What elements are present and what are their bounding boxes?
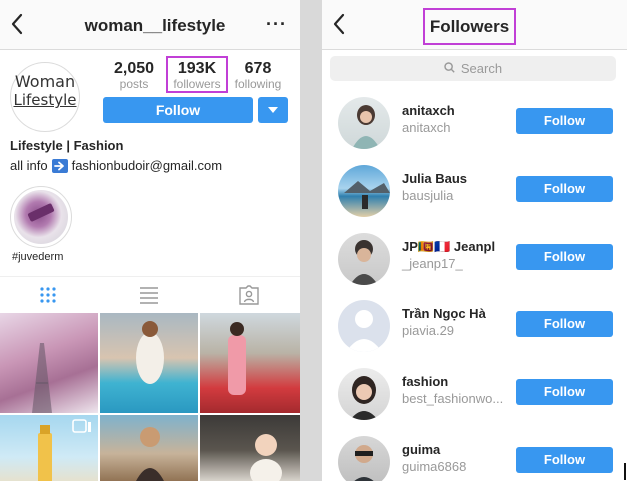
followers-highlight-box: [166, 56, 228, 93]
stat-following[interactable]: 678 following: [228, 60, 288, 91]
profile-avatar[interactable]: Woman Lifestyle: [10, 62, 80, 132]
back-chevron-icon[interactable]: [330, 12, 350, 36]
follow-button[interactable]: Follow: [516, 176, 613, 202]
follower-avatar[interactable]: [338, 436, 390, 481]
stat-posts-number: 2,050: [113, 60, 155, 77]
suggestions-dropdown-button[interactable]: [258, 97, 288, 123]
follower-avatar[interactable]: [338, 233, 390, 285]
follower-handle: piavia.29: [402, 323, 455, 338]
follow-button[interactable]: Follow: [516, 379, 613, 405]
bio-prefix: all info: [10, 158, 48, 173]
bio-name: Lifestyle | Fashion: [10, 138, 124, 153]
stat-following-label: following: [234, 77, 282, 91]
stat-posts[interactable]: 2,050 posts: [104, 60, 164, 91]
bio-email[interactable]: fashionbudoir@gmail.com: [72, 158, 223, 173]
followers-header: Followers: [322, 0, 627, 50]
follower-handle: _jeanp17_: [402, 256, 463, 271]
follower-row: fashion best_fashionwo... Follow: [322, 368, 627, 436]
text-cursor: [624, 463, 626, 480]
profile-panel: woman__lifestyle ··· Woman Lifestyle 2,0…: [0, 0, 300, 481]
profile-header: woman__lifestyle ···: [0, 0, 300, 50]
follow-button[interactable]: Follow: [516, 311, 613, 337]
followers-title: Followers: [429, 17, 510, 36]
more-dots-icon[interactable]: ···: [266, 14, 287, 35]
follower-avatar[interactable]: [338, 368, 390, 420]
follower-row: JP🇱🇰🇫🇷 Jeanpl _jeanp17_ Follow: [322, 233, 627, 301]
carousel-icon: [72, 419, 92, 440]
follower-handle: guima6868: [402, 459, 467, 474]
post-grid: [0, 313, 300, 481]
follower-name[interactable]: Julia Baus: [402, 171, 467, 186]
stat-following-number: 678: [244, 60, 272, 77]
post-thumbnail-pool[interactable]: [100, 313, 198, 413]
stat-posts-label: posts: [119, 77, 149, 91]
follower-avatar[interactable]: [338, 97, 390, 149]
follower-name[interactable]: anitaxch: [402, 103, 455, 118]
list-icon[interactable]: [137, 283, 161, 307]
avatar-logo-line1: Woman: [14, 72, 76, 91]
caret-down-icon: [268, 107, 278, 113]
follower-handle: anitaxch: [402, 120, 451, 135]
avatar-logo-line2: Lifestyle: [13, 91, 77, 109]
search-icon: [444, 61, 455, 76]
follower-row: guima guima6868 Follow: [322, 436, 627, 481]
follower-avatar[interactable]: [338, 165, 390, 217]
follower-name[interactable]: JP🇱🇰🇫🇷 Jeanpl: [402, 239, 495, 255]
story-highlight-label: #juvederm: [12, 251, 64, 263]
post-thumbnail-red-car[interactable]: [200, 313, 300, 413]
follower-row: Julia Baus bausjulia Follow: [322, 165, 627, 233]
post-thumbnail-product[interactable]: [0, 415, 98, 481]
panel-divider: [300, 0, 322, 481]
follower-row: anitaxch anitaxch Follow: [322, 97, 627, 165]
followers-panel: Followers Search anitaxch anitaxch Follo…: [322, 0, 627, 481]
default-avatar-icon[interactable]: [338, 300, 390, 352]
follower-name[interactable]: Trần Ngọc Hà: [402, 306, 486, 321]
tagged-icon[interactable]: [237, 283, 261, 307]
search-placeholder: Search: [460, 61, 503, 76]
back-chevron-icon[interactable]: [8, 12, 28, 36]
post-thumbnail-eiffel-blossoms[interactable]: [0, 313, 98, 413]
arrow-right-emoji-icon: [51, 158, 68, 173]
bio-line: all info fashionbudoir@gmail.com: [10, 158, 222, 173]
story-highlight-thumbnail: [14, 190, 68, 244]
follower-handle: best_fashionwo...: [402, 391, 504, 406]
follow-button[interactable]: Follow: [516, 244, 613, 270]
follower-name[interactable]: guima: [402, 442, 440, 457]
story-highlight[interactable]: [10, 186, 72, 248]
follow-button[interactable]: Follow: [516, 108, 613, 134]
follower-row: Trần Ngọc Hà piavia.29 Follow: [322, 300, 627, 368]
profile-username: woman__lifestyle: [84, 16, 226, 35]
post-thumbnail-beach[interactable]: [100, 415, 198, 481]
follower-name[interactable]: fashion: [402, 374, 448, 389]
follow-button[interactable]: Follow: [516, 447, 613, 473]
search-input[interactable]: Search: [330, 56, 616, 81]
post-thumbnail-baby[interactable]: [200, 415, 300, 481]
profile-follow-button[interactable]: Follow: [103, 97, 253, 123]
profile-tabs: [0, 276, 300, 312]
grid-icon[interactable]: [36, 283, 60, 307]
follower-handle: bausjulia: [402, 188, 454, 203]
